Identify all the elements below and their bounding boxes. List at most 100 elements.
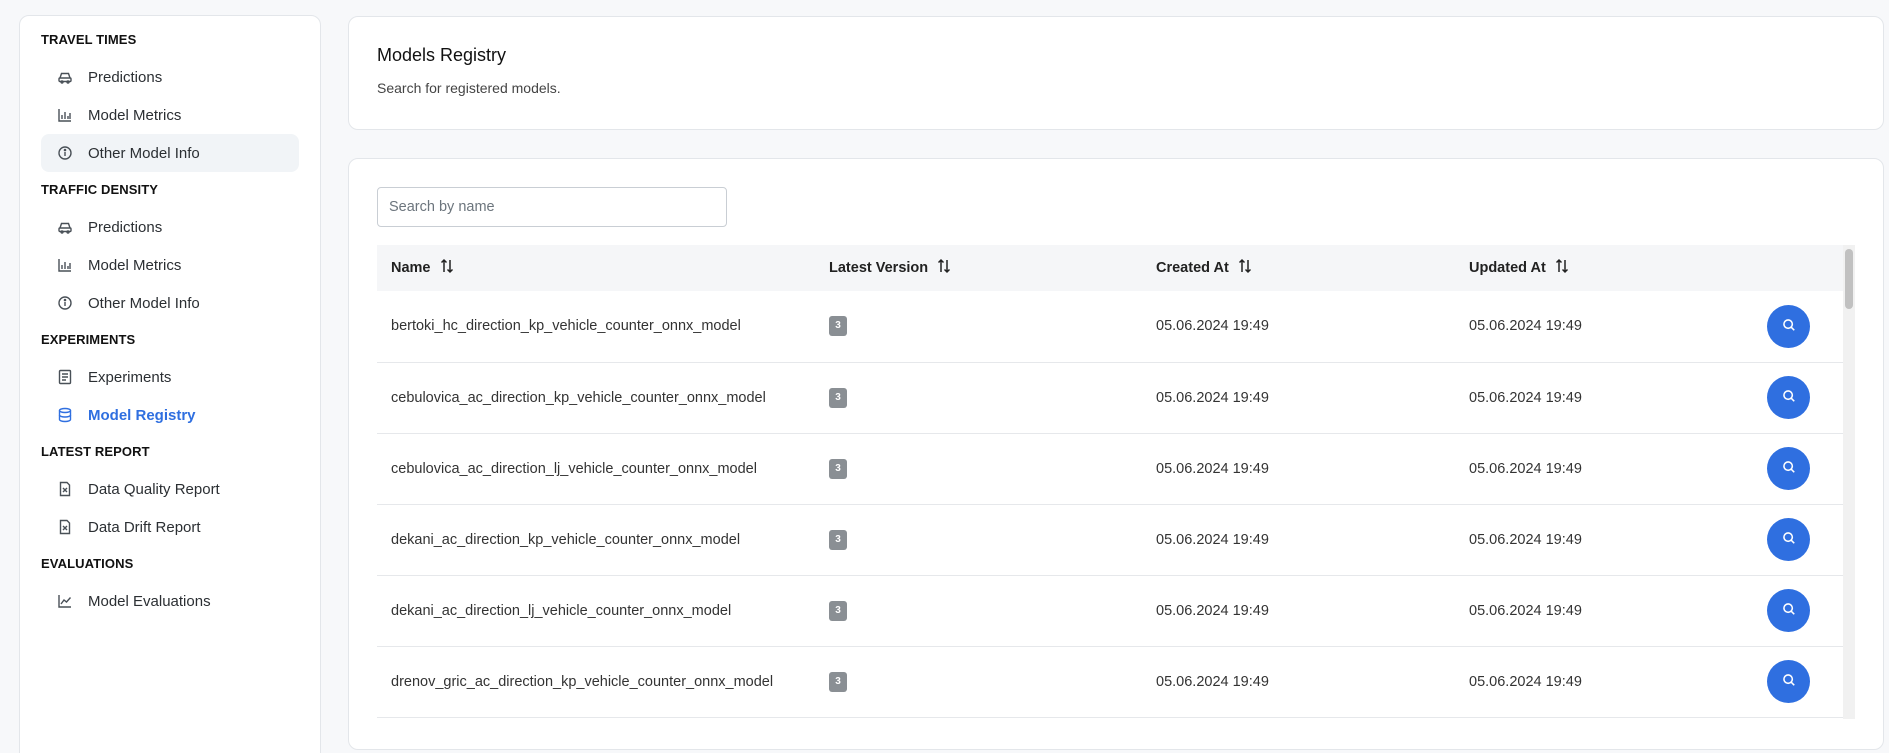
search-icon xyxy=(1782,602,1796,619)
table-row: dekani_ac_direction_lj_vehicle_counter_o… xyxy=(377,575,1843,646)
sort-icon xyxy=(936,258,952,278)
column-header-name[interactable]: Name xyxy=(377,245,815,291)
table-row: cebulovica_ac_direction_lj_vehicle_count… xyxy=(377,433,1843,504)
sidebar-item-model-registry[interactable]: Model Registry xyxy=(41,396,299,434)
sort-icon xyxy=(1237,258,1253,278)
sidebar-item-label: Experiments xyxy=(88,368,172,386)
info-icon xyxy=(57,145,73,161)
version-badge: 3 xyxy=(829,316,847,337)
table-row: drenov_gric_ac_direction_kp_vehicle_coun… xyxy=(377,646,1843,717)
cell-name: cebulovica_ac_direction_kp_vehicle_count… xyxy=(391,389,766,406)
sidebar-item-density-model-metrics[interactable]: Model Metrics xyxy=(41,246,299,284)
column-header-latest-version[interactable]: Latest Version xyxy=(815,245,1142,291)
cell-updated-at: 05.06.2024 19:49 xyxy=(1469,531,1582,548)
view-model-button[interactable] xyxy=(1767,447,1810,490)
sidebar-section-title: TRAVEL TIMES xyxy=(41,32,137,47)
version-badge: 3 xyxy=(829,600,847,621)
search-icon xyxy=(1782,673,1796,690)
file-report-icon xyxy=(57,481,73,497)
cell-name: dekani_ac_direction_lj_vehicle_counter_o… xyxy=(391,602,732,619)
column-header-actions xyxy=(1753,245,1843,291)
cell-created-at: 05.06.2024 19:49 xyxy=(1156,389,1269,406)
car-icon xyxy=(57,69,73,85)
view-model-button[interactable] xyxy=(1767,376,1810,419)
car-icon xyxy=(57,219,73,235)
sidebar-item-label: Model Metrics xyxy=(88,106,182,124)
info-icon xyxy=(57,295,73,311)
search-icon xyxy=(1782,531,1796,548)
cell-created-at: 05.06.2024 19:49 xyxy=(1156,318,1269,335)
sidebar-item-label: Other Model Info xyxy=(88,294,200,312)
page-header-card: Models Registry Search for registered mo… xyxy=(348,16,1884,130)
table-row: cebulovica_ac_direction_kp_vehicle_count… xyxy=(377,362,1843,433)
cell-updated-at: 05.06.2024 19:49 xyxy=(1469,389,1582,406)
models-table-card: Name Latest Version Created At Updated A… xyxy=(348,158,1884,750)
cell-name: dekani_ac_direction_kp_vehicle_counter_o… xyxy=(391,531,741,548)
sidebar-item-density-predictions[interactable]: Predictions xyxy=(41,208,299,246)
page-subtitle: Search for registered models. xyxy=(377,80,561,96)
sidebar-item-data-quality-report[interactable]: Data Quality Report xyxy=(41,470,299,508)
sidebar-item-travel-other-model-info[interactable]: Other Model Info xyxy=(41,134,299,172)
bar-chart-icon xyxy=(57,257,73,273)
search-input[interactable] xyxy=(377,187,727,227)
view-model-button[interactable] xyxy=(1767,304,1810,348)
view-model-button[interactable] xyxy=(1767,589,1810,632)
cell-created-at: 05.06.2024 19:49 xyxy=(1156,460,1269,477)
sidebar-item-experiments[interactable]: Experiments xyxy=(41,358,299,396)
search-icon xyxy=(1782,318,1796,335)
sidebar-section-title: EXPERIMENTS xyxy=(41,332,136,347)
sidebar-item-label: Predictions xyxy=(88,68,163,86)
search-icon xyxy=(1782,460,1796,477)
version-badge: 3 xyxy=(829,529,847,550)
bar-chart-icon xyxy=(57,107,73,123)
cell-name: cebulovica_ac_direction_lj_vehicle_count… xyxy=(391,460,757,477)
version-badge: 3 xyxy=(829,387,847,408)
column-header-created-at[interactable]: Created At xyxy=(1142,245,1455,291)
sidebar-section-title: EVALUATIONS xyxy=(41,556,134,571)
sidebar-item-label: Data Quality Report xyxy=(88,480,220,498)
models-table: Name Latest Version Created At Updated A… xyxy=(377,245,1843,718)
cell-updated-at: 05.06.2024 19:49 xyxy=(1469,460,1582,477)
sidebar-item-label: Model Metrics xyxy=(88,256,182,274)
sidebar-item-label: Data Drift Report xyxy=(88,518,201,536)
table-header-row: Name Latest Version Created At Updated A… xyxy=(377,245,1843,291)
sidebar-item-density-other-model-info[interactable]: Other Model Info xyxy=(41,284,299,322)
sidebar-section-title: LATEST REPORT xyxy=(41,444,150,459)
table-row: bertoki_hc_direction_kp_vehicle_counter_… xyxy=(377,291,1843,362)
sidebar-item-travel-predictions[interactable]: Predictions xyxy=(41,58,299,96)
version-badge: 3 xyxy=(829,671,847,692)
cell-name: drenov_gric_ac_direction_kp_vehicle_coun… xyxy=(391,673,774,690)
cell-updated-at: 05.06.2024 19:49 xyxy=(1469,602,1582,619)
version-badge: 3 xyxy=(829,458,847,479)
cell-created-at: 05.06.2024 19:49 xyxy=(1156,602,1269,619)
sort-icon xyxy=(439,258,455,278)
list-icon xyxy=(57,369,73,385)
table-row: dekani_ac_direction_kp_vehicle_counter_o… xyxy=(377,504,1843,575)
table-scrollbar[interactable] xyxy=(1843,245,1855,719)
scrollbar-thumb[interactable] xyxy=(1845,249,1853,309)
sidebar-item-model-evaluations[interactable]: Model Evaluations xyxy=(41,582,299,620)
cell-created-at: 05.06.2024 19:49 xyxy=(1156,531,1269,548)
file-report-icon xyxy=(57,519,73,535)
sidebar-section-title: TRAFFIC DENSITY xyxy=(41,182,159,197)
sidebar-item-label: Model Registry xyxy=(88,406,196,424)
column-header-updated-at[interactable]: Updated At xyxy=(1455,245,1753,291)
cell-name: bertoki_hc_direction_kp_vehicle_counter_… xyxy=(391,318,741,335)
models-table-scroll: Name Latest Version Created At Updated A… xyxy=(377,245,1857,719)
sidebar-item-label: Model Evaluations xyxy=(88,592,211,610)
sidebar-item-travel-model-metrics[interactable]: Model Metrics xyxy=(41,96,299,134)
cell-updated-at: 05.06.2024 19:49 xyxy=(1469,318,1582,335)
view-model-button[interactable] xyxy=(1767,518,1810,561)
view-model-button[interactable] xyxy=(1767,660,1810,703)
search-icon xyxy=(1782,389,1796,406)
cell-created-at: 05.06.2024 19:49 xyxy=(1156,673,1269,690)
sidebar-item-label: Other Model Info xyxy=(88,144,200,162)
sort-icon xyxy=(1554,258,1570,278)
sidebar-item-label: Predictions xyxy=(88,218,163,236)
cell-updated-at: 05.06.2024 19:49 xyxy=(1469,673,1582,690)
sidebar: TRAVEL TIMES Predictions Model Metrics O… xyxy=(19,15,321,753)
sidebar-item-data-drift-report[interactable]: Data Drift Report xyxy=(41,508,299,546)
page-title: Models Registry xyxy=(377,45,507,65)
line-chart-icon xyxy=(57,593,73,609)
database-icon xyxy=(57,407,73,423)
